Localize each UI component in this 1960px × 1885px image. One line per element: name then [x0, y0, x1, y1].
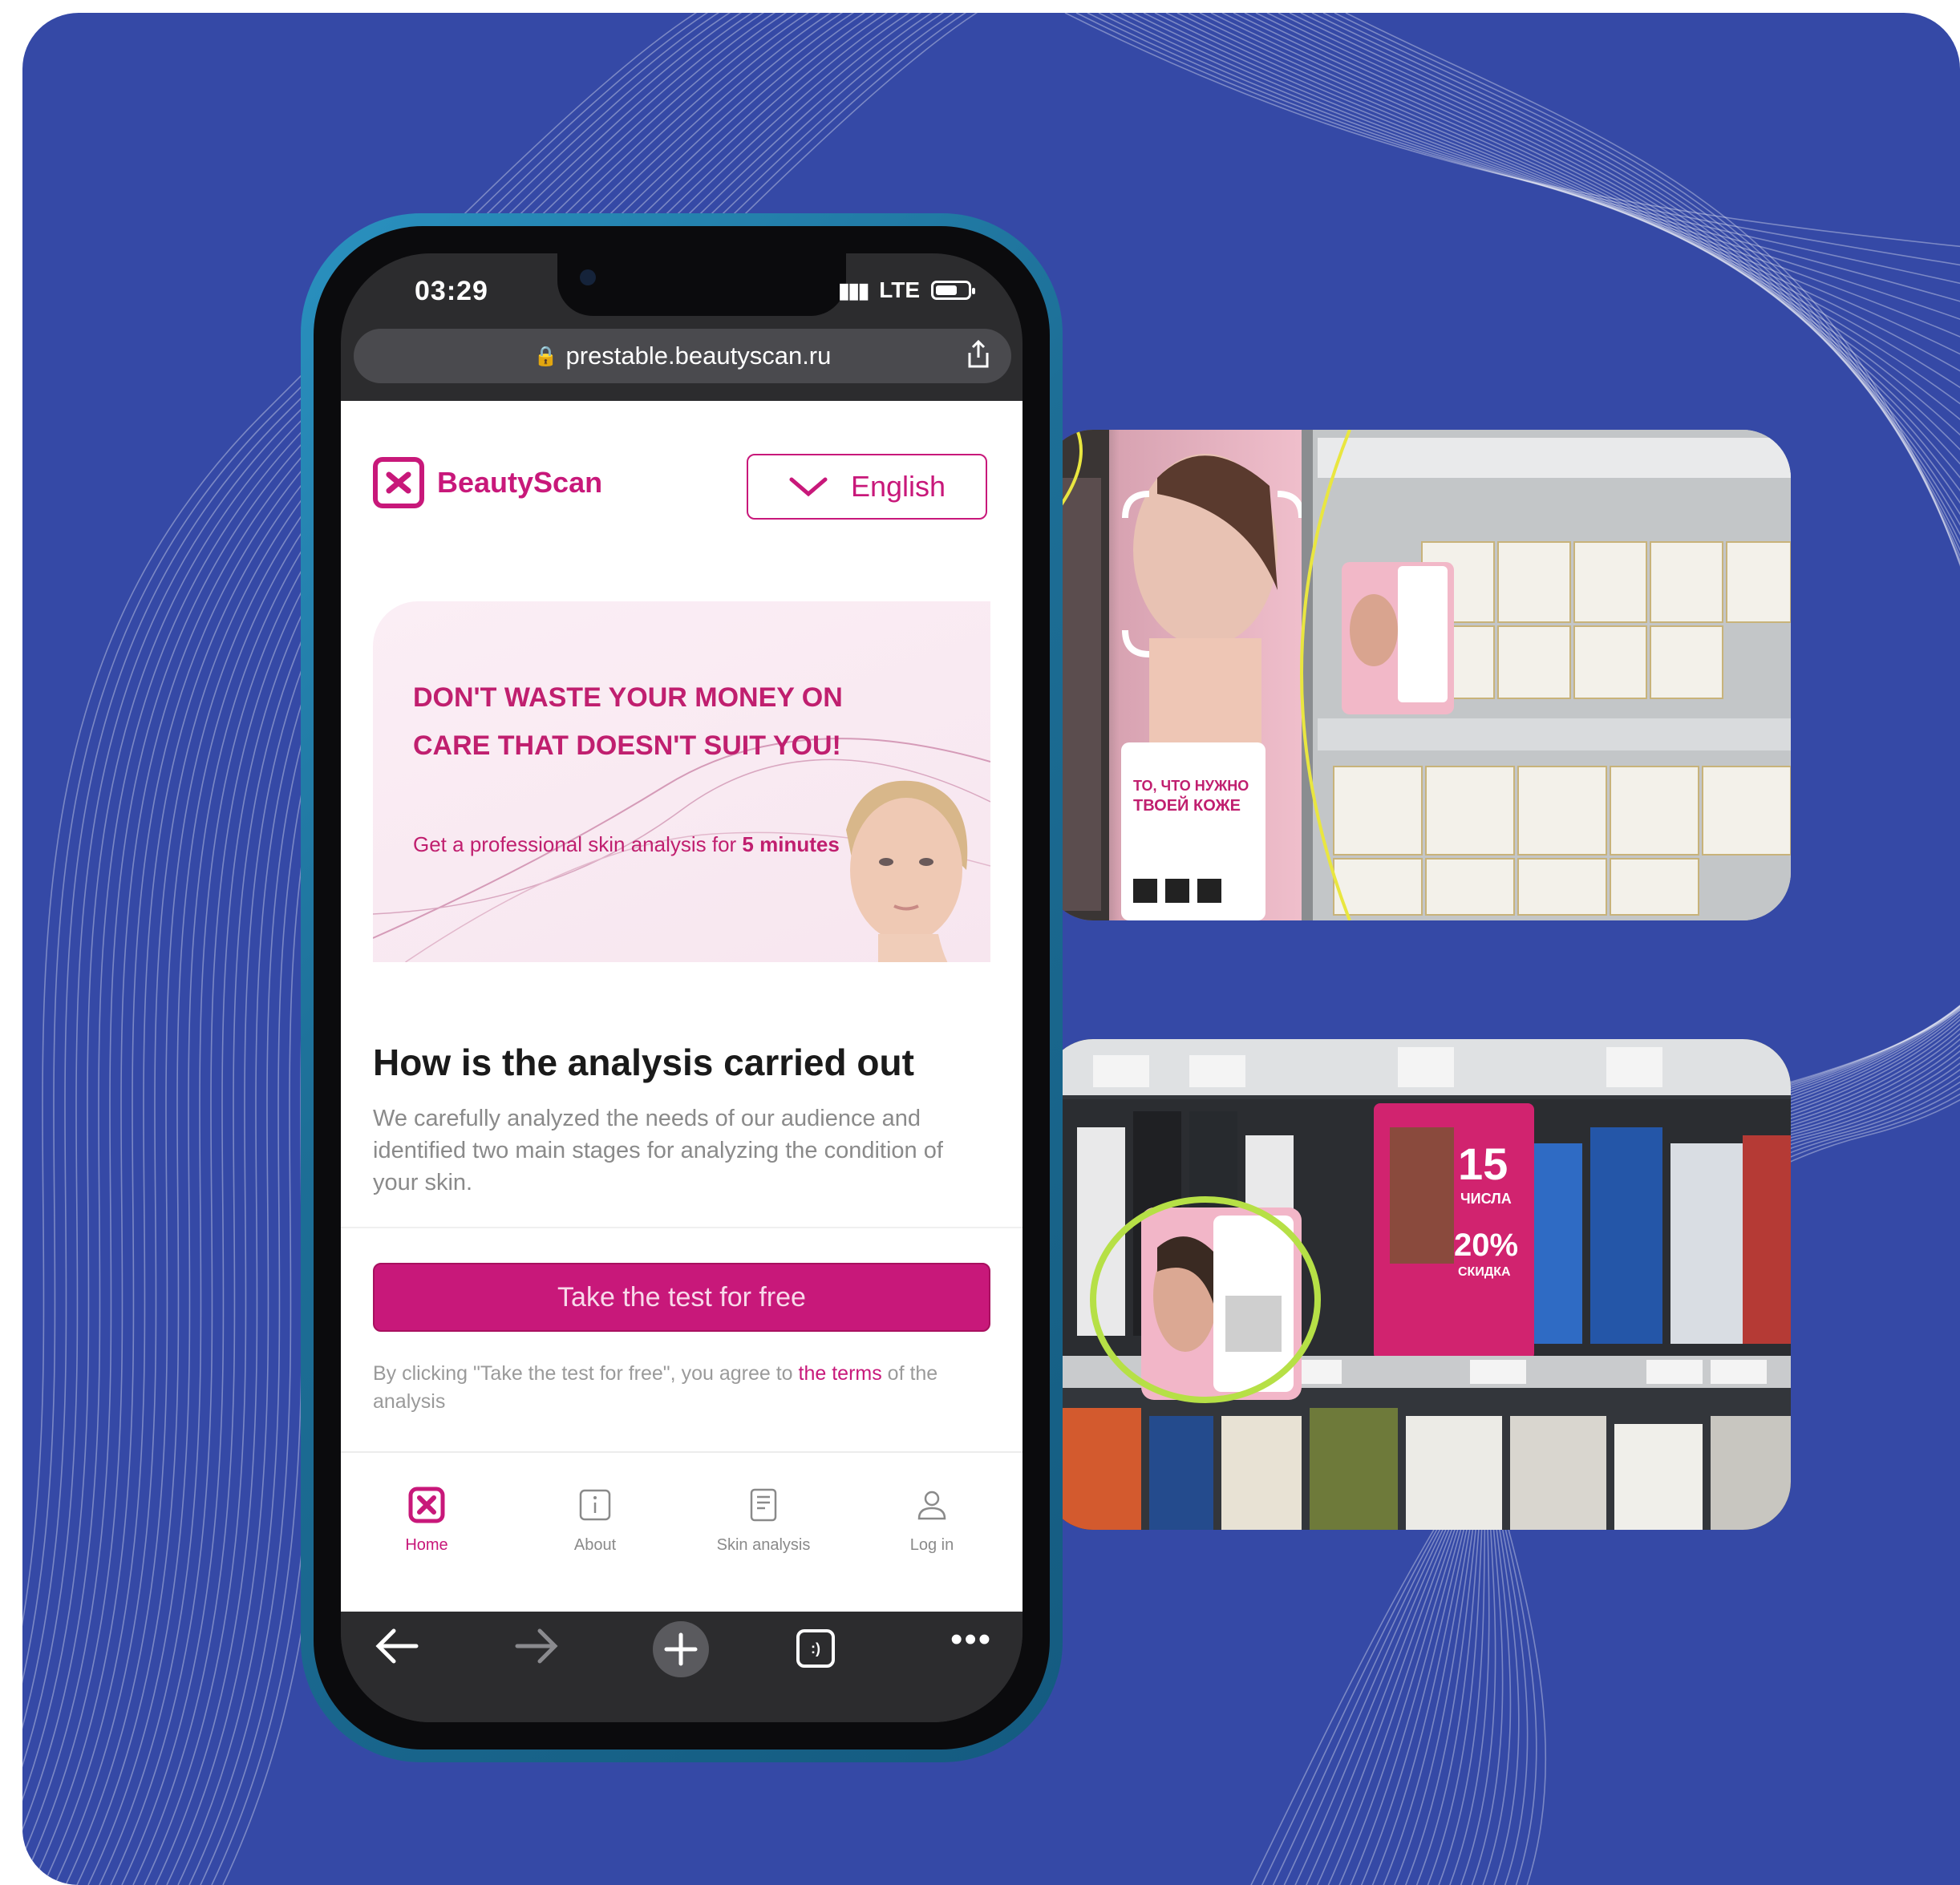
store-photo-shelf-sign: 15 ЧИСЛА 20% СКИДКА — [1045, 1039, 1791, 1530]
tab-log-in[interactable]: Log in — [864, 1485, 1000, 1555]
terms-text: By clicking "Take the test for free", yo… — [373, 1362, 938, 1413]
status-time: 03:29 — [415, 276, 488, 306]
brand-name: BeautyScan — [437, 466, 603, 499]
take-test-button[interactable]: Take the test for free — [373, 1263, 990, 1332]
web-page: BeautyScan English DON'T WASTE YOUR MONE… — [341, 401, 1023, 1612]
chevron-down-icon — [789, 477, 828, 497]
how-title: How is the analysis carried out — [373, 1042, 914, 1083]
beautyscan-logo-icon — [373, 457, 424, 508]
browser-toolbar: :) ••• — [341, 1612, 1023, 1722]
store-photo-shelf-poster: ТО, ЧТО НУЖНО ТВОЕЙ КОЖЕ — [1045, 430, 1791, 920]
address-bar[interactable]: 🔒 prestable.beautyscan.ru — [354, 329, 1011, 383]
beautyscan-logo-icon — [408, 1487, 445, 1523]
status-icons: ▮▮▮ LTE — [838, 277, 975, 303]
promo-day: 15 — [1458, 1139, 1508, 1189]
url-text: prestable.beautyscan.ru — [565, 342, 832, 370]
poster-line1: ТО, ЧТО НУЖНО — [1133, 778, 1249, 794]
info-icon — [579, 1489, 611, 1521]
phone-mockup: 03:29 ▮▮▮ LTE 🔒 prestable.beautyscan.ru — [301, 213, 1063, 1762]
tab-label: Skin analysis — [716, 1536, 811, 1554]
tab-label: Log in — [909, 1536, 954, 1554]
signal-icon: ▮▮▮ — [838, 277, 869, 302]
back-arrow-icon[interactable] — [375, 1626, 419, 1677]
model-face-image — [846, 780, 968, 962]
how-description: We carefully analyzed the needs of our a… — [373, 1106, 943, 1195]
terms-link[interactable]: the terms — [799, 1362, 882, 1385]
tab-home[interactable]: Home — [358, 1485, 495, 1555]
promo-day-label: ЧИСЛА — [1460, 1191, 1512, 1207]
new-tab-plus-icon[interactable] — [653, 1621, 709, 1677]
promo-discount-label: СКИДКА — [1458, 1265, 1511, 1279]
promo-discount: 20% — [1454, 1228, 1518, 1263]
more-menu-icon[interactable]: ••• — [950, 1620, 992, 1660]
divider — [341, 1227, 1023, 1228]
tabs-switcher-icon[interactable]: :) — [796, 1629, 835, 1668]
share-icon[interactable] — [966, 339, 990, 375]
bottom-tab-bar: Home About Skin analysis Log in — [341, 1451, 1023, 1612]
phone-screen: 03:29 ▮▮▮ LTE 🔒 prestable.beautyscan.ru — [341, 253, 1023, 1722]
tab-label: About — [573, 1536, 617, 1554]
user-icon — [917, 1491, 946, 1520]
language-value: English — [850, 470, 946, 503]
poster-line2: ТВОЕЙ КОЖЕ — [1133, 795, 1241, 815]
forward-arrow-icon[interactable] — [514, 1626, 559, 1677]
tab-skin-analysis[interactable]: Skin analysis — [695, 1485, 832, 1555]
hero-title: DON'T WASTE YOUR MONEY ON CARE THAT DOES… — [413, 682, 843, 761]
network-label: LTE — [879, 277, 920, 302]
lock-icon: 🔒 — [533, 345, 558, 367]
hero-banner: DON'T WASTE YOUR MONEY ON CARE THAT DOES… — [373, 601, 990, 962]
hero-subtitle: Get a professional skin analysis for 5 m… — [413, 832, 840, 856]
brand-logo[interactable]: BeautyScan — [373, 457, 602, 508]
tab-label: Home — [405, 1536, 448, 1554]
tab-about[interactable]: About — [527, 1485, 663, 1555]
battery-icon — [931, 281, 975, 300]
background-canvas: ТО, ЧТО НУЖНО ТВОЕЙ КОЖЕ 15 ЧИСЛА 20% СК… — [22, 13, 1960, 1885]
phone-notch — [557, 253, 846, 316]
document-icon — [750, 1488, 777, 1522]
language-select[interactable]: English — [747, 454, 987, 520]
